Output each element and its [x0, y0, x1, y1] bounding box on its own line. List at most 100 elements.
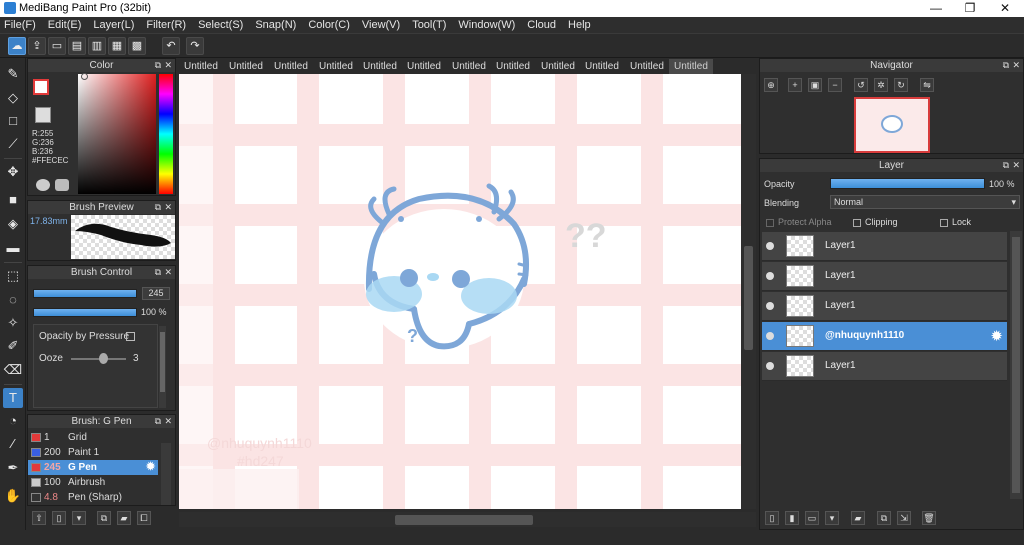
page-icon[interactable]: ▥	[88, 37, 106, 55]
undock-icon[interactable]: ⧉	[1003, 59, 1009, 72]
tab-untitled[interactable]: Untitled	[491, 59, 535, 74]
menu-tool[interactable]: Tool(T)	[412, 17, 446, 33]
brush-tool-icon[interactable]: ✎	[3, 64, 23, 84]
menu-color[interactable]: Color(C)	[308, 17, 350, 33]
tab-untitled[interactable]: Untitled	[314, 59, 358, 74]
menu-file[interactable]: File(F)	[4, 17, 36, 33]
share-icon[interactable]: ⇪	[28, 37, 46, 55]
move-tool-icon[interactable]: ✥	[3, 162, 23, 182]
brush-size-slider[interactable]	[33, 289, 137, 298]
panel-close-icon[interactable]: ✕	[164, 201, 172, 214]
tab-untitled[interactable]: Untitled	[580, 59, 624, 74]
duplicate-icon[interactable]: ⧠	[137, 511, 151, 525]
select-pen-icon[interactable]: ✐	[3, 336, 23, 356]
dropper-icon[interactable]: ✒	[3, 458, 23, 478]
lock-checkbox[interactable]	[940, 218, 948, 227]
menu-select[interactable]: Select(S)	[198, 17, 243, 33]
visibility-icon[interactable]	[766, 332, 774, 340]
new-1bit-layer-icon[interactable]: ▭	[805, 511, 819, 525]
visibility-icon[interactable]	[766, 362, 774, 370]
bucket-tool-icon[interactable]: ◈	[3, 214, 23, 234]
panel-close-icon[interactable]: ✕	[164, 59, 172, 72]
scroll-thumb[interactable]	[395, 515, 533, 525]
lock-option[interactable]: Lock	[940, 217, 971, 227]
menu-layer[interactable]: Layer(L)	[93, 17, 134, 33]
gradient-tool-icon[interactable]: ▬	[3, 238, 23, 258]
new-brush-icon[interactable]: ▯	[52, 511, 66, 525]
clipping-checkbox[interactable]	[853, 218, 861, 227]
menu-filter[interactable]: Filter(R)	[146, 17, 186, 33]
eyedropper-icon[interactable]: ⁄	[3, 434, 23, 454]
text-tool-icon[interactable]: T	[3, 388, 23, 408]
tab-untitled[interactable]: Untitled	[269, 59, 313, 74]
flip-icon[interactable]: ⇋	[920, 78, 934, 92]
panel-close-icon[interactable]: ✕	[164, 415, 172, 428]
visibility-icon[interactable]	[766, 272, 774, 280]
blending-select[interactable]: Normal ▾	[830, 195, 1020, 209]
fill-rect-tool-icon[interactable]: ■	[3, 190, 23, 210]
zoom-in-icon[interactable]: +	[788, 78, 802, 92]
pages-icon[interactable]: ▦	[108, 37, 126, 55]
layer-opacity-slider[interactable]	[830, 178, 985, 189]
cloud-brush-icon[interactable]: ⇧	[32, 511, 46, 525]
navigator-thumbnail[interactable]	[854, 97, 930, 153]
message-icon[interactable]: ▤	[68, 37, 86, 55]
protect-alpha-checkbox[interactable]	[766, 218, 774, 227]
layer-list-scrollbar[interactable]	[1010, 231, 1022, 499]
tab-untitled[interactable]: Untitled	[536, 59, 580, 74]
brush-opacity-slider[interactable]	[33, 308, 137, 317]
undock-icon[interactable]: ⧉	[155, 201, 161, 214]
color-wheel-icon[interactable]	[36, 179, 50, 191]
brush-item-selected[interactable]: 245 G Pen ✹	[28, 460, 158, 475]
tab-untitled[interactable]: Untitled	[447, 59, 491, 74]
zoom-out-icon[interactable]: −	[828, 78, 842, 92]
maximize-button[interactable]: ❐	[953, 0, 987, 17]
balloon-tool-icon[interactable]: ◔	[3, 411, 23, 431]
folder-icon[interactable]: ▰	[117, 511, 131, 525]
tab-untitled[interactable]: Untitled	[625, 59, 669, 74]
protect-alpha-option[interactable]: Protect Alpha	[766, 217, 832, 227]
brush-list-scrollbar[interactable]	[161, 443, 171, 505]
brush-control-scrollbar[interactable]	[159, 326, 166, 408]
saturation-value-square[interactable]	[78, 74, 156, 194]
opacity-by-pressure-checkbox[interactable]	[126, 332, 135, 341]
menu-help[interactable]: Help	[568, 17, 591, 33]
lasso-icon[interactable]: ◌	[3, 290, 23, 310]
tab-untitled[interactable]: Untitled	[224, 59, 268, 74]
clipping-option[interactable]: Clipping	[853, 217, 898, 227]
cloud-icon[interactable]: ☁	[8, 37, 26, 55]
zoom-fit-icon[interactable]: ⊕	[764, 78, 778, 92]
canvas-vertical-scrollbar[interactable]	[741, 74, 756, 509]
drawing-canvas[interactable]: ?? ? @nhuquynh1110 #hd247	[179, 74, 741, 509]
select-eraser-icon[interactable]: ⌫	[3, 360, 23, 380]
transparent-swatch[interactable]	[35, 107, 51, 123]
copy-brush-icon[interactable]: ⧉	[97, 511, 111, 525]
scroll-thumb[interactable]	[1012, 237, 1020, 493]
eraser-tool-icon[interactable]: ◇	[3, 88, 23, 108]
color-picker-cursor[interactable]	[81, 73, 88, 80]
tab-untitled-active[interactable]: Untitled	[669, 59, 713, 74]
delete-layer-icon[interactable]: 🗑	[922, 511, 936, 525]
scroll-thumb[interactable]	[160, 332, 165, 392]
grid-icon[interactable]: ▩	[128, 37, 146, 55]
brush-size-value[interactable]: 245	[142, 287, 170, 300]
brush-settings-gear-icon[interactable]: ✹	[146, 460, 155, 475]
panel-close-icon[interactable]: ✕	[164, 266, 172, 279]
menu-snap[interactable]: Snap(N)	[255, 17, 296, 33]
menu-view[interactable]: View(V)	[362, 17, 400, 33]
undock-icon[interactable]: ⧉	[155, 59, 161, 72]
close-button[interactable]: ✕	[988, 0, 1022, 17]
add-brush-icon[interactable]: ▾	[72, 511, 86, 525]
canvas-horizontal-scrollbar[interactable]	[179, 512, 756, 527]
layer-settings-gear-icon[interactable]: ✹	[990, 327, 1003, 345]
layer-row[interactable]: Layer1	[762, 352, 1007, 381]
folder-icon[interactable]: ▰	[851, 511, 865, 525]
tab-untitled[interactable]: Untitled	[179, 59, 223, 74]
ooze-slider-handle[interactable]	[99, 353, 108, 364]
new-8bit-layer-icon[interactable]: ▮	[785, 511, 799, 525]
fit-window-icon[interactable]: ✲	[874, 78, 888, 92]
menu-cloud[interactable]: Cloud	[527, 17, 556, 33]
palette-icon[interactable]	[55, 179, 69, 191]
line-tool-icon[interactable]: ⟋	[3, 134, 23, 154]
brush-item[interactable]: 200 Paint 1	[28, 445, 158, 460]
